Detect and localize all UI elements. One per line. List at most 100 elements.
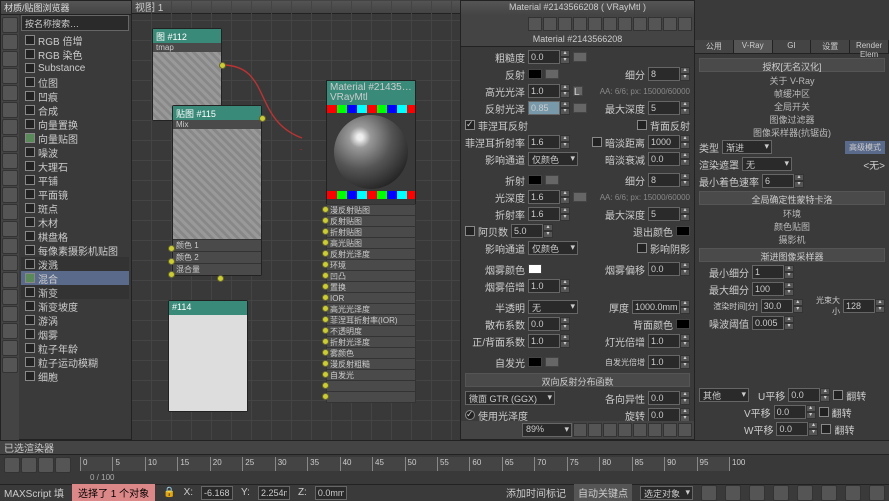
- fog-color[interactable]: [528, 264, 542, 274]
- z-spinner[interactable]: [315, 486, 347, 500]
- aniso-spinner[interactable]: ▴▾: [648, 391, 690, 405]
- section-dmc[interactable]: 全局确定性蒙特卡洛: [699, 191, 885, 205]
- tree-item[interactable]: RGB 倍增: [21, 33, 129, 47]
- play-button[interactable]: [21, 457, 37, 473]
- mat-tool[interactable]: [603, 17, 617, 31]
- node-port[interactable]: [168, 258, 175, 265]
- brdf-combo[interactable]: 微面 GTR (GGX): [465, 391, 555, 405]
- link-filter[interactable]: 图像过滤器: [699, 113, 885, 126]
- node-param[interactable]: 混合量: [173, 263, 261, 275]
- tree-item[interactable]: 泼溅: [21, 257, 129, 271]
- link-colormap[interactable]: 颜色贴图: [699, 220, 885, 233]
- tree-item[interactable]: 游涡: [21, 313, 129, 327]
- si-mult-spinner[interactable]: ▴▾: [648, 355, 690, 369]
- tree-checkbox[interactable]: [25, 77, 35, 87]
- mat-tool[interactable]: [648, 17, 662, 31]
- tree-item[interactable]: 斑点: [21, 201, 129, 215]
- tab-gi[interactable]: GI: [773, 40, 812, 53]
- tree-item[interactable]: 棋盘格: [21, 229, 129, 243]
- tool-btn[interactable]: [2, 102, 18, 118]
- maxsub-spinner[interactable]: ▴▾: [752, 282, 794, 296]
- fresnel-checkbox[interactable]: [465, 120, 475, 130]
- tree-item[interactable]: RGB 染色: [21, 47, 129, 61]
- input-port[interactable]: [322, 283, 329, 290]
- zoom-combo[interactable]: 89%: [522, 423, 572, 437]
- input-port[interactable]: [322, 261, 329, 268]
- tree-item[interactable]: 渐变坡度: [21, 299, 129, 313]
- tab-vray[interactable]: V-Ray: [734, 40, 773, 53]
- tree-checkbox[interactable]: [25, 161, 35, 171]
- tab-common[interactable]: 公用: [695, 40, 734, 53]
- abbe-spinner[interactable]: ▴▾: [511, 224, 553, 238]
- tree-item[interactable]: 向量贴图: [21, 131, 129, 145]
- dimdist-checkbox[interactable]: [592, 137, 602, 147]
- tree-checkbox[interactable]: [25, 371, 35, 381]
- tree-checkbox[interactable]: [25, 63, 35, 73]
- node-port[interactable]: [217, 275, 224, 282]
- mat-tool[interactable]: [633, 423, 647, 437]
- roughness-spinner[interactable]: ▴▾: [528, 50, 570, 64]
- lightmult-spinner[interactable]: ▴▾: [648, 334, 690, 348]
- tree-checkbox[interactable]: [25, 105, 35, 115]
- nav-button[interactable]: [773, 485, 789, 501]
- tree-checkbox[interactable]: [25, 343, 35, 353]
- link-global[interactable]: 全局开关: [699, 100, 885, 113]
- map-slot[interactable]: [573, 192, 587, 202]
- brdf-header[interactable]: 双向反射分布函数: [465, 373, 690, 387]
- y-spinner[interactable]: [258, 486, 290, 500]
- rotation-spinner[interactable]: ▴▾: [648, 408, 690, 422]
- refr-subdiv-spinner[interactable]: ▴▾: [648, 173, 690, 187]
- nav-button[interactable]: [845, 485, 861, 501]
- nav-button[interactable]: [797, 485, 813, 501]
- affect2-combo[interactable]: 仅颜色: [528, 241, 578, 255]
- input-port[interactable]: [322, 393, 329, 400]
- tree-checkbox[interactable]: [25, 301, 35, 311]
- map-slot[interactable]: [545, 357, 559, 367]
- node-param[interactable]: 颜色 2: [173, 251, 261, 263]
- thickness-spinner[interactable]: ▴▾: [632, 300, 690, 314]
- tree-item[interactable]: 位图: [21, 75, 129, 89]
- u-spinner[interactable]: ▴▾: [788, 388, 830, 402]
- time-ruler[interactable]: 0510152025303540455055606570758085909510…: [80, 457, 729, 471]
- tree-item[interactable]: Substance: [21, 61, 129, 75]
- selset-combo[interactable]: 选定对象: [640, 486, 693, 500]
- tree-checkbox[interactable]: [25, 91, 35, 101]
- input-port[interactable]: [322, 360, 329, 367]
- fresnelior-spinner[interactable]: ▴▾: [528, 135, 570, 149]
- maxdepth-spinner[interactable]: ▴▾: [648, 101, 690, 115]
- tree-item[interactable]: 细胞: [21, 369, 129, 383]
- search-input[interactable]: 按名称搜索…: [21, 15, 129, 31]
- input-port[interactable]: [322, 206, 329, 213]
- w-spinner[interactable]: ▴▾: [776, 422, 818, 436]
- shadow-checkbox[interactable]: [637, 243, 647, 253]
- tool-btn[interactable]: [2, 238, 18, 254]
- tool-btn[interactable]: [2, 306, 18, 322]
- fwd-spinner[interactable]: ▴▾: [528, 334, 570, 348]
- mat-tool[interactable]: [588, 423, 602, 437]
- tool-btn[interactable]: [2, 289, 18, 305]
- map-slot[interactable]: [545, 69, 559, 79]
- node-header[interactable]: 贴图 #115: [173, 106, 261, 120]
- fogbias-spinner[interactable]: ▴▾: [648, 262, 690, 276]
- tree-item[interactable]: 噪波: [21, 145, 129, 159]
- rays-spinner[interactable]: ▴▾: [843, 299, 885, 313]
- input-port[interactable]: [322, 217, 329, 224]
- flip-checkbox[interactable]: [821, 424, 831, 434]
- nav-button[interactable]: [701, 485, 717, 501]
- node-port[interactable]: [219, 62, 226, 69]
- input-port[interactable]: [322, 294, 329, 301]
- input-port[interactable]: [322, 371, 329, 378]
- tree-item[interactable]: 粒子运动模糊: [21, 355, 129, 369]
- node-114[interactable]: #114: [168, 300, 248, 412]
- tool-btn[interactable]: [2, 17, 18, 33]
- tree-item[interactable]: 渐变: [21, 285, 129, 299]
- ior-spinner[interactable]: ▴▾: [528, 207, 570, 221]
- tree-item[interactable]: 木材: [21, 215, 129, 229]
- mat-tool[interactable]: [663, 17, 677, 31]
- mat-tool[interactable]: [573, 17, 587, 31]
- nav-button[interactable]: [869, 485, 885, 501]
- tree-item[interactable]: 每像素摄影机贴图: [21, 243, 129, 257]
- tree-item[interactable]: 凹痕: [21, 89, 129, 103]
- mat-tool[interactable]: [603, 423, 617, 437]
- section-license[interactable]: 授权[无名汉化]: [699, 58, 885, 72]
